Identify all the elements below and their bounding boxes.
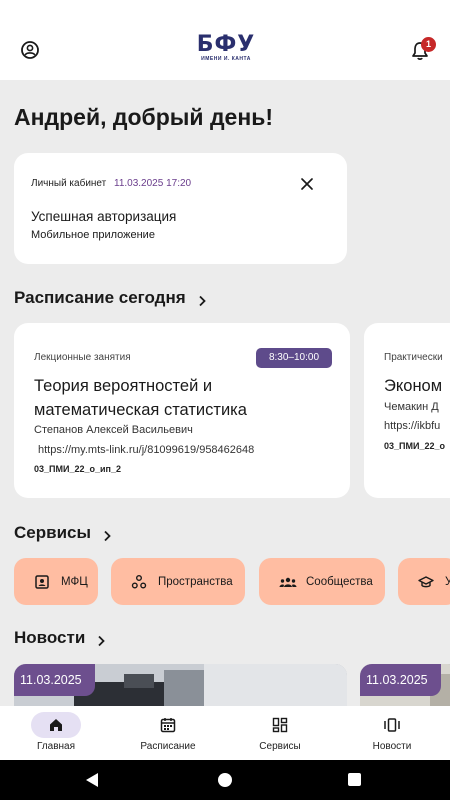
class-teacher: Чемакин Д bbox=[384, 401, 439, 413]
news-card[interactable]: 11.03.2025 bbox=[360, 664, 450, 709]
login-card-subtitle: Мобильное приложение bbox=[31, 229, 155, 241]
notification-badge: 1 bbox=[421, 37, 436, 52]
bottom-navigation: Главная Расписание Сервисы Новости bbox=[0, 706, 450, 760]
nav-label: Сервисы bbox=[259, 741, 301, 752]
logo-main-text: БФУ bbox=[196, 32, 256, 57]
class-link[interactable]: https://my.mts-link.ru/j/81099619/958462… bbox=[38, 444, 254, 456]
id-badge-icon bbox=[34, 574, 50, 590]
service-label: Пространства bbox=[158, 575, 233, 588]
news-section-title: Новости bbox=[14, 628, 86, 647]
greeting-title: Андрей, добрый день! bbox=[14, 104, 274, 130]
calendar-icon bbox=[143, 712, 193, 738]
login-notification-card[interactable]: Личный кабинет 11.03.2025 17:20 Успешная… bbox=[14, 153, 347, 264]
class-teacher: Степанов Алексей Васильевич bbox=[34, 424, 193, 436]
class-subject-line: математическая статистика bbox=[34, 401, 247, 419]
nav-services[interactable]: Сервисы bbox=[224, 706, 336, 760]
home-circle-icon[interactable] bbox=[218, 773, 232, 787]
chevron-right-icon bbox=[196, 292, 208, 307]
recents-icon[interactable] bbox=[348, 773, 361, 786]
service-label: Сообщества bbox=[306, 575, 373, 588]
nav-label: Главная bbox=[36, 741, 76, 752]
class-group: 03_ПМИ_22_о_ип_2 bbox=[34, 464, 121, 474]
schedule-card[interactable]: Практически Эконом Чемакин Д https://ikb… bbox=[364, 323, 450, 498]
login-card-label: Личный кабинет bbox=[31, 178, 107, 189]
class-type: Лекционные занятия bbox=[34, 352, 131, 363]
nav-home[interactable]: Главная bbox=[0, 706, 112, 760]
service-label: Уч bbox=[445, 575, 450, 588]
class-link[interactable]: https://ikbfu bbox=[384, 420, 440, 432]
news-date-badge: 11.03.2025 bbox=[360, 664, 441, 696]
service-study-button[interactable]: Уч bbox=[398, 558, 450, 605]
class-type: Практически bbox=[384, 352, 443, 363]
class-subject-line: Теория вероятностей и bbox=[34, 377, 213, 395]
grid-icon bbox=[255, 712, 305, 738]
class-subject: Теория вероятностей и математическая ста… bbox=[34, 374, 334, 422]
news-icon bbox=[367, 712, 417, 738]
news-card[interactable]: 11.03.2025 bbox=[14, 664, 347, 709]
news-date-badge: 11.03.2025 bbox=[14, 664, 95, 696]
class-subject: Эконом bbox=[384, 374, 450, 398]
news-section-header[interactable]: Новости bbox=[14, 628, 107, 648]
nav-label: Новости bbox=[372, 741, 412, 752]
service-mfc-button[interactable]: МФЦ bbox=[14, 558, 98, 605]
schedule-card[interactable]: Лекционные занятия 8:30–10:00 Теория вер… bbox=[14, 323, 350, 498]
service-label: МФЦ bbox=[61, 575, 88, 588]
service-spaces-button[interactable]: Пространства bbox=[111, 558, 245, 605]
chevron-right-icon bbox=[95, 632, 107, 647]
class-time-badge: 8:30–10:00 bbox=[256, 348, 332, 368]
logo-sub-text: ИМЕНИ И. КАНТА bbox=[201, 56, 251, 62]
spaces-icon bbox=[131, 574, 147, 590]
bfu-logo: БФУ ИМЕНИ И. КАНТА bbox=[195, 34, 257, 68]
system-navigation-bar bbox=[0, 760, 450, 800]
login-card-date: 11.03.2025 17:20 bbox=[114, 178, 192, 189]
profile-icon[interactable] bbox=[20, 40, 40, 60]
class-subject-line: Эконом bbox=[384, 377, 443, 395]
schedule-section-title: Расписание сегодня bbox=[14, 288, 186, 307]
top-app-bar: БФУ ИМЕНИ И. КАНТА 1 bbox=[0, 0, 450, 80]
services-section-title: Сервисы bbox=[14, 523, 91, 542]
people-icon bbox=[279, 574, 297, 590]
nav-label: Расписание bbox=[140, 741, 196, 752]
chevron-right-icon bbox=[101, 527, 113, 542]
nav-schedule[interactable]: Расписание bbox=[112, 706, 224, 760]
login-card-title: Успешная авторизация bbox=[31, 209, 177, 224]
home-icon bbox=[31, 712, 81, 738]
close-icon[interactable] bbox=[300, 177, 314, 191]
class-group: 03_ПМИ_22_о bbox=[384, 441, 445, 451]
back-icon[interactable] bbox=[85, 772, 99, 793]
nav-news[interactable]: Новости bbox=[336, 706, 448, 760]
graduation-cap-icon bbox=[418, 574, 434, 590]
schedule-section-header[interactable]: Расписание сегодня bbox=[14, 288, 208, 308]
service-communities-button[interactable]: Сообщества bbox=[259, 558, 385, 605]
services-section-header[interactable]: Сервисы bbox=[14, 523, 113, 543]
